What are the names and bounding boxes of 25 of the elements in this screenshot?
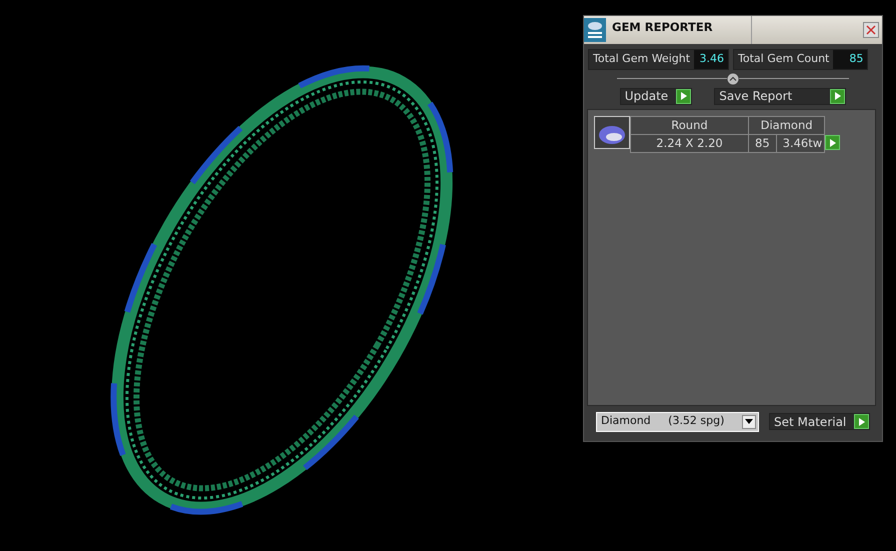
table-cell: 2.24 X 2.20 — [630, 134, 748, 152]
window-title: GEM REPORTER — [612, 16, 752, 44]
table-cell: 85 — [748, 134, 776, 152]
material-dropdown[interactable]: Diamond (3.52 spg) — [596, 412, 759, 432]
details-button[interactable] — [825, 135, 840, 150]
table-cell: Diamond — [748, 116, 825, 134]
total-value: 3.46 — [694, 50, 728, 68]
table-cell: Round — [630, 116, 748, 134]
play-icon — [680, 92, 688, 100]
close-icon — [866, 25, 876, 35]
caret-icon — [742, 414, 756, 428]
gem-icon — [594, 116, 630, 148]
report-icon — [584, 18, 606, 42]
total-label: Total Gem Weight — [592, 51, 692, 67]
update-button[interactable]: Update — [620, 88, 692, 104]
play-icon — [829, 138, 836, 147]
play-icon — [858, 418, 866, 426]
total-label: Total Gem Count — [737, 51, 830, 67]
play-icon — [834, 92, 842, 100]
total-value: 85 — [833, 50, 868, 68]
collapse-button[interactable] — [727, 72, 739, 84]
save-report-button[interactable]: Save Report — [714, 88, 846, 104]
close-button[interactable] — [863, 22, 879, 38]
table-cell: 3.46tw — [776, 134, 825, 152]
set-material-button[interactable]: Set Material — [769, 413, 870, 430]
